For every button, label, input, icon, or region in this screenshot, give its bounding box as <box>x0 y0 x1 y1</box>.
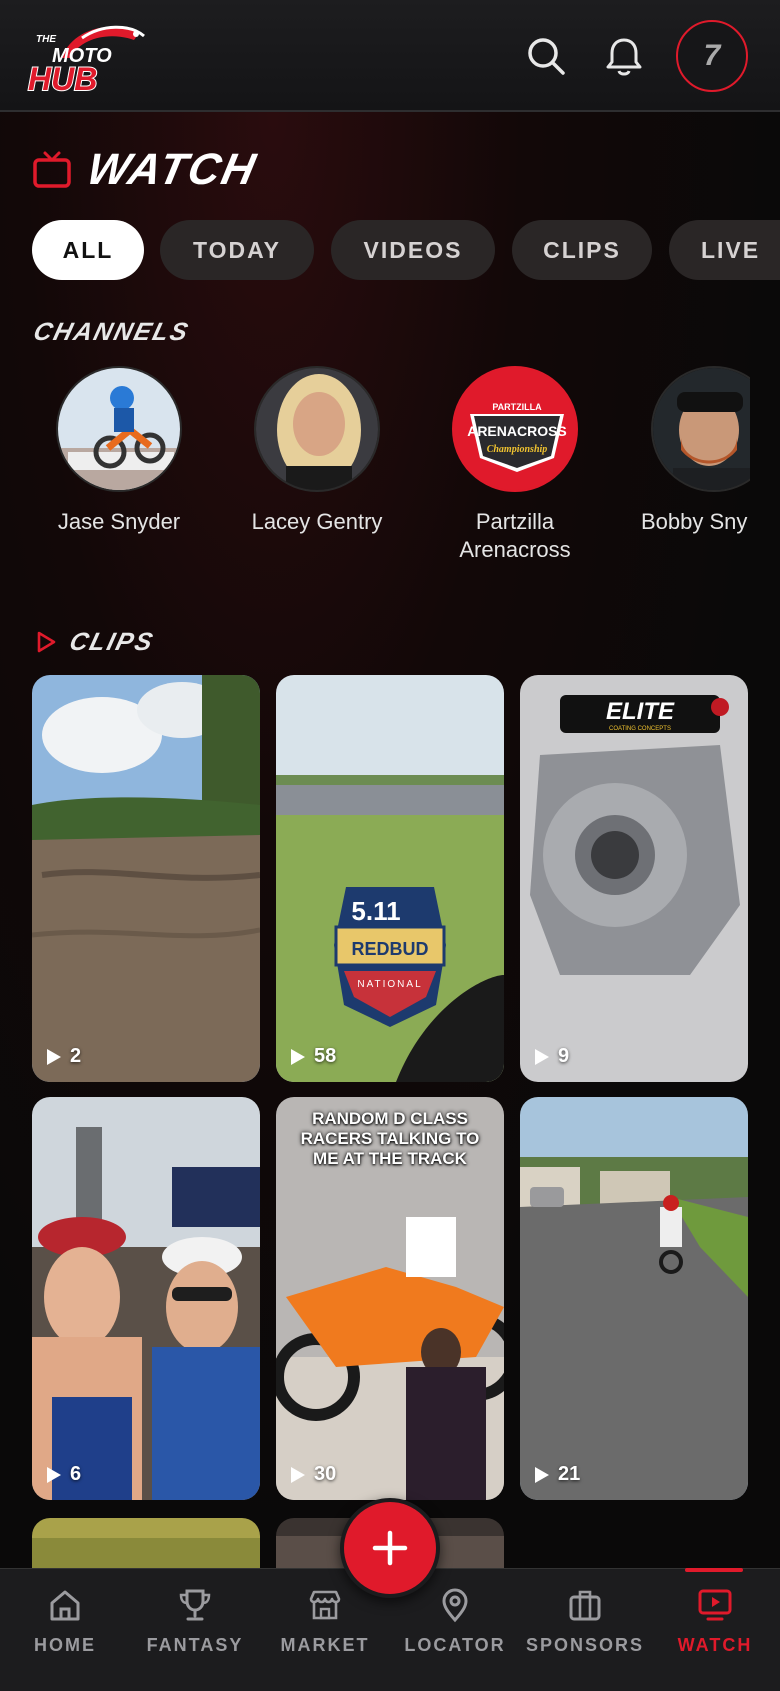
channel-item[interactable]: Jase Snyder <box>19 366 219 536</box>
clip-caption: RANDOM D CLASS RACERS TALKING TO ME AT T… <box>300 1109 480 1168</box>
channel-logo-text: ARENACROSS <box>467 423 567 439</box>
clips-heading: CLIPS <box>66 628 158 656</box>
clip-thumbnail: ELITE COATING CONCEPTS <box>520 675 748 1082</box>
nav-locator[interactable]: LOCATOR <box>390 1587 520 1656</box>
moto-hub-logo[interactable]: THE MOTO HUB <box>22 18 152 94</box>
channel-avatar[interactable] <box>254 366 380 492</box>
channel-logo-text: PARTZILLA <box>492 402 542 412</box>
nav-watch[interactable]: WATCH <box>650 1587 780 1656</box>
play-icon <box>47 1466 61 1483</box>
clip-card[interactable]: RANDOM D CLASS RACERS TALKING TO ME AT T… <box>276 1097 504 1500</box>
play-screen-icon <box>698 1589 732 1621</box>
logo-sub-text: HUB <box>28 61 97 94</box>
view-count: 9 <box>534 1045 569 1068</box>
clip-thumbnail: 5.11 REDBUD NATIONAL <box>276 675 504 1082</box>
nav-label: MARKET <box>280 1635 370 1655</box>
clip-card[interactable]: 21 <box>520 1097 748 1500</box>
app-header: THE MOTO HUB 7 <box>0 0 780 112</box>
clip-card[interactable]: 2 <box>32 675 260 1082</box>
filter-chip-all[interactable]: ALL <box>32 220 144 280</box>
tv-icon <box>33 151 71 188</box>
channel-item[interactable]: PARTZILLA ARENACROSS Championship Partzi… <box>415 366 615 564</box>
clip-thumbnail <box>32 1097 260 1500</box>
nav-fantasy[interactable]: FANTASY <box>130 1587 260 1656</box>
profile-avatar-button[interactable]: 7 <box>676 20 748 92</box>
clip-card[interactable]: 5.11 REDBUD NATIONAL 58 <box>276 675 504 1082</box>
view-count: 58 <box>290 1045 336 1068</box>
logo-small-text: THE <box>36 34 56 45</box>
nav-label: LOCATOR <box>404 1635 506 1655</box>
home-icon <box>50 1590 80 1621</box>
redbud-logo-text: REDBUD <box>351 939 428 959</box>
search-icon[interactable] <box>524 34 568 78</box>
channel-avatar[interactable]: PARTZILLA ARENACROSS Championship <box>452 366 578 492</box>
create-post-button[interactable] <box>340 1498 440 1598</box>
nav-market[interactable]: MARKET <box>260 1587 390 1656</box>
channel-item[interactable]: Bobby Sny <box>613 366 750 536</box>
nav-label: WATCH <box>677 1635 753 1655</box>
elite-logo-text: COATING CONCEPTS <box>609 726 671 732</box>
clip-thumbnail <box>32 1518 260 1568</box>
clip-card[interactable]: ELITE COATING CONCEPTS 9 <box>520 675 748 1082</box>
clip-thumbnail <box>32 675 260 1082</box>
store-icon <box>309 1590 341 1620</box>
filter-chips: ALL TODAY VIDEOS CLIPS LIVE <box>32 220 780 280</box>
filter-chip-clips[interactable]: CLIPS <box>512 220 652 280</box>
channel-avatar[interactable] <box>651 366 750 492</box>
play-icon <box>47 1048 61 1065</box>
view-count: 2 <box>46 1045 81 1068</box>
clip-thumbnail <box>520 1097 748 1500</box>
bell-icon[interactable] <box>602 34 646 78</box>
trophy-icon <box>179 1589 211 1621</box>
elite-logo-text: ELITE <box>606 698 675 725</box>
redbud-logo-text: 5.11 <box>351 896 400 926</box>
nav-label: FANTASY <box>146 1635 244 1655</box>
channels-heading: CHANNELS <box>30 318 193 346</box>
play-icon <box>535 1048 549 1065</box>
filter-chip-live[interactable]: LIVE <box>669 220 780 280</box>
active-tab-indicator <box>685 1568 743 1572</box>
channel-item[interactable]: Lacey Gentry <box>217 366 417 536</box>
redbud-logo-text: NATIONAL <box>357 979 422 990</box>
channel-name: Bobby Sny <box>641 509 748 534</box>
filter-chip-today[interactable]: TODAY <box>160 220 314 280</box>
filter-chip-videos[interactable]: VIDEOS <box>331 220 495 280</box>
plus-icon <box>372 1530 408 1566</box>
play-icon <box>291 1048 305 1065</box>
channel-name: Jase Snyder <box>57 509 181 534</box>
channel-logo-text: Championship <box>487 444 548 455</box>
play-icon <box>291 1466 305 1483</box>
nav-home[interactable]: HOME <box>0 1587 130 1656</box>
avatar-initial: 7 <box>703 39 721 72</box>
channel-name: Lacey Gentry <box>251 509 383 534</box>
nav-label: HOME <box>34 1635 96 1655</box>
nav-sponsors[interactable]: SPONSORS <box>520 1587 650 1656</box>
clip-card[interactable]: 6 <box>32 1097 260 1500</box>
page-title: WATCH <box>82 145 262 194</box>
channel-avatar[interactable] <box>56 366 182 492</box>
view-count: 21 <box>534 1463 580 1486</box>
view-count: 6 <box>46 1463 81 1486</box>
location-pin-icon <box>442 1588 468 1623</box>
play-icon <box>535 1466 549 1483</box>
channel-name: Partzilla Arenacross <box>459 509 571 562</box>
channels-carousel[interactable]: Jase Snyder Lacey Gentry PARTZILLA ARENA… <box>0 366 750 576</box>
briefcase-icon <box>569 1590 601 1621</box>
clip-card[interactable] <box>32 1518 260 1568</box>
view-count: 30 <box>290 1463 336 1486</box>
nav-label: SPONSORS <box>525 1635 645 1655</box>
play-icon <box>37 631 56 653</box>
